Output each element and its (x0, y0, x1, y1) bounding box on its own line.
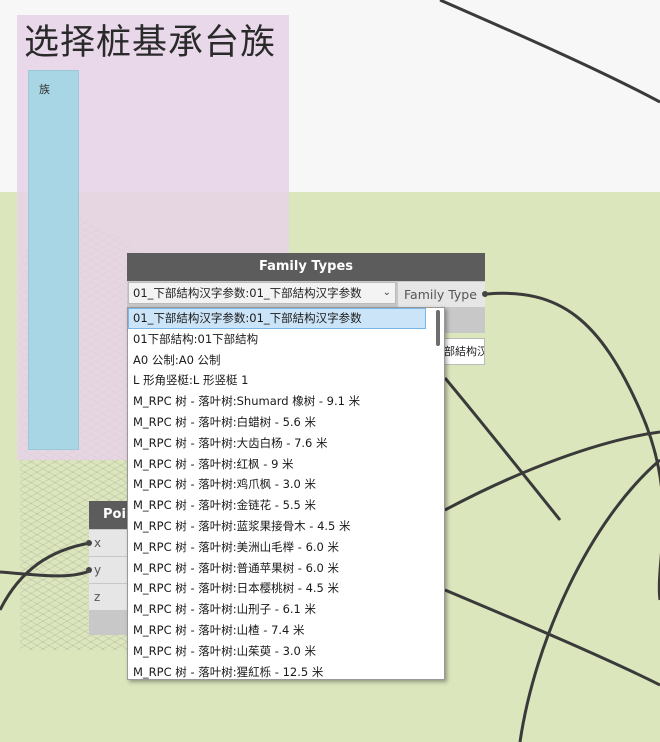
note-node[interactable]: 族 (28, 70, 79, 450)
port-label-x: x (94, 536, 102, 550)
dropdown-option[interactable]: M_RPC 树 - 落叶树:美洲山毛榉 - 6.0 米 (128, 537, 426, 558)
dropdown-option[interactable]: L 形角竖梃:L 形竖梃 1 (128, 370, 426, 391)
chevron-down-icon[interactable]: ⌄ (383, 283, 391, 303)
dropdown-option[interactable]: M_RPC 树 - 落叶树:普通苹果树 - 6.0 米 (128, 558, 426, 579)
dropdown-option[interactable]: M_RPC 树 - 落叶树:蓝浆果接骨木 - 4.5 米 (128, 516, 426, 537)
dropdown-scrollbar[interactable] (430, 308, 444, 679)
wire (518, 458, 660, 742)
wire (444, 588, 660, 687)
wire (444, 430, 660, 512)
group-title[interactable]: 选择桩基承台族 (24, 14, 276, 65)
dropdown-option[interactable]: M_RPC 树 - 落叶树:猩紅栎 - 12.5 米 (128, 662, 426, 679)
node-preview-bubble: 部結构汉 (440, 338, 485, 365)
family-type-dropdown-list[interactable]: 01_下部結构汉字参数:01_下部結构汉字参数 01下部結构:01下部結构 A0 公… (127, 307, 445, 680)
input-port-dot[interactable] (86, 567, 92, 573)
dropdown-option[interactable]: M_RPC 树 - 落叶树:红枫 - 9 米 (128, 454, 426, 475)
dropdown-option[interactable]: M_RPC 树 - 落叶树:鸡爪枫 - 3.0 米 (128, 474, 426, 495)
wire (486, 291, 660, 601)
wire (0, 568, 93, 578)
dropdown-option[interactable]: A0 公制:A0 公制 (128, 350, 426, 371)
dropdown-option[interactable]: M_RPC 树 - 落叶树:日本樱桃树 - 4.5 米 (128, 578, 426, 599)
dropdown-option[interactable]: 01_下部結构汉字参数:01_下部結构汉字参数 (128, 308, 426, 329)
wire (443, 377, 562, 521)
dropdown-option[interactable]: 01下部結构:01下部結构 (128, 329, 426, 350)
dropdown-option[interactable]: M_RPC 树 - 落叶树:金链花 - 5.5 米 (128, 495, 426, 516)
input-port-dot[interactable] (86, 540, 92, 546)
family-type-combobox[interactable]: 01_下部結构汉字参数:01_下部結构汉字参数 ⌄ (128, 282, 396, 304)
output-port-label: Family Type (404, 287, 477, 302)
port-label-z: z (94, 590, 101, 604)
port-label-y: y (94, 563, 102, 577)
note-label: 族 (39, 83, 50, 96)
dropdown-option[interactable]: M_RPC 树 - 落叶树:白蜡树 - 5.6 米 (128, 412, 426, 433)
combobox-value: 01_下部結构汉字参数:01_下部結构汉字参数 (133, 286, 362, 300)
dropdown-option[interactable]: M_RPC 树 - 落叶树:Shumard 橡树 - 9.1 米 (128, 391, 426, 412)
dropdown-option[interactable]: M_RPC 树 - 落叶树:大齿白杨 - 7.6 米 (128, 433, 426, 454)
dropdown-option[interactable]: M_RPC 树 - 落叶树:山茱萸 - 3.0 米 (128, 641, 426, 662)
output-port-family-type[interactable]: Family Type (398, 282, 485, 307)
wire (439, 0, 660, 104)
dropdown-option[interactable]: M_RPC 树 - 落叶树:山楂 - 7.4 米 (128, 620, 426, 641)
dropdown-options: 01_下部結构汉字参数:01_下部結构汉字参数 01下部結构:01下部結构 A0 公… (128, 308, 444, 679)
scrollbar-thumb[interactable] (436, 310, 440, 346)
dropdown-option[interactable]: M_RPC 树 - 落叶树:山刑子 - 6.1 米 (128, 599, 426, 620)
output-port-dot[interactable] (482, 291, 488, 297)
family-types-title: Family Types (127, 253, 485, 281)
